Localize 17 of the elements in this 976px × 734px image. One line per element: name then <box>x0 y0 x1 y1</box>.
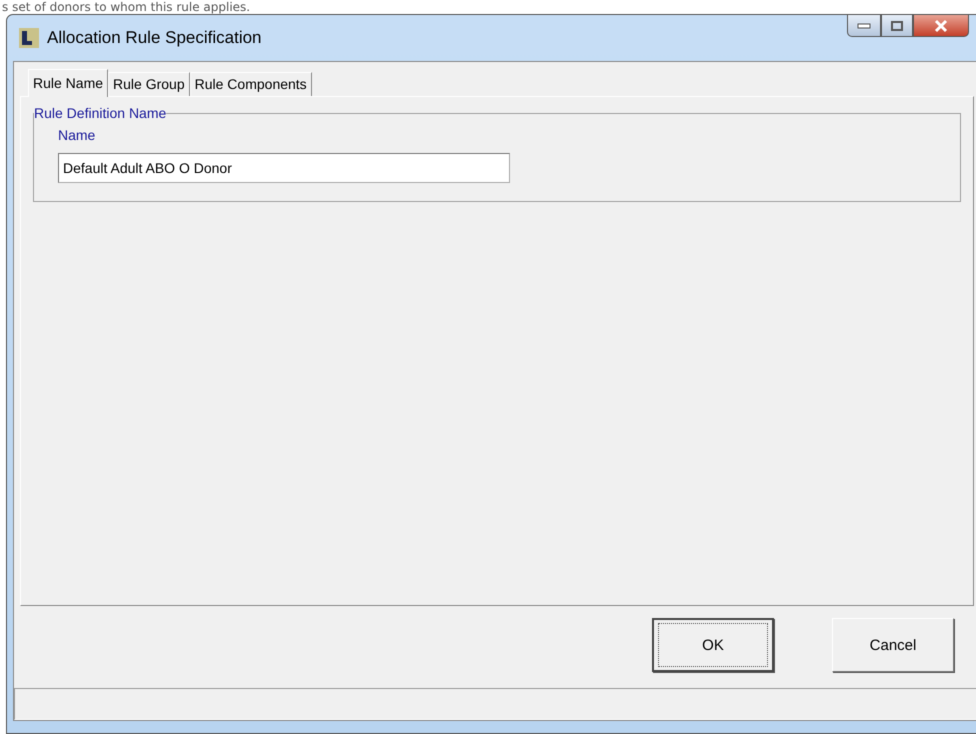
app-logo-icon <box>19 28 39 48</box>
group-title: Rule Definition Name <box>34 105 166 121</box>
background-text: s set of donors to whom this rule applies. <box>1 0 252 14</box>
window-title: Allocation Rule Specification <box>47 28 262 48</box>
field-label: Name <box>58 127 96 143</box>
minimize-icon <box>857 22 871 28</box>
tab[interactable]: Rule Components <box>190 72 312 96</box>
name-field[interactable]: Default Adult ABO O Donor <box>58 153 510 183</box>
ok-button[interactable]: OK <box>652 618 774 672</box>
maximize-button[interactable] <box>881 15 913 37</box>
maximize-icon <box>891 20 903 30</box>
close-button[interactable] <box>913 15 969 37</box>
tab[interactable]: Rule Group <box>108 72 190 96</box>
minimize-button[interactable] <box>847 15 881 37</box>
tab[interactable]: Rule Name <box>28 69 108 97</box>
cancel-button[interactable]: Cancel <box>832 618 954 672</box>
close-icon <box>933 18 949 32</box>
